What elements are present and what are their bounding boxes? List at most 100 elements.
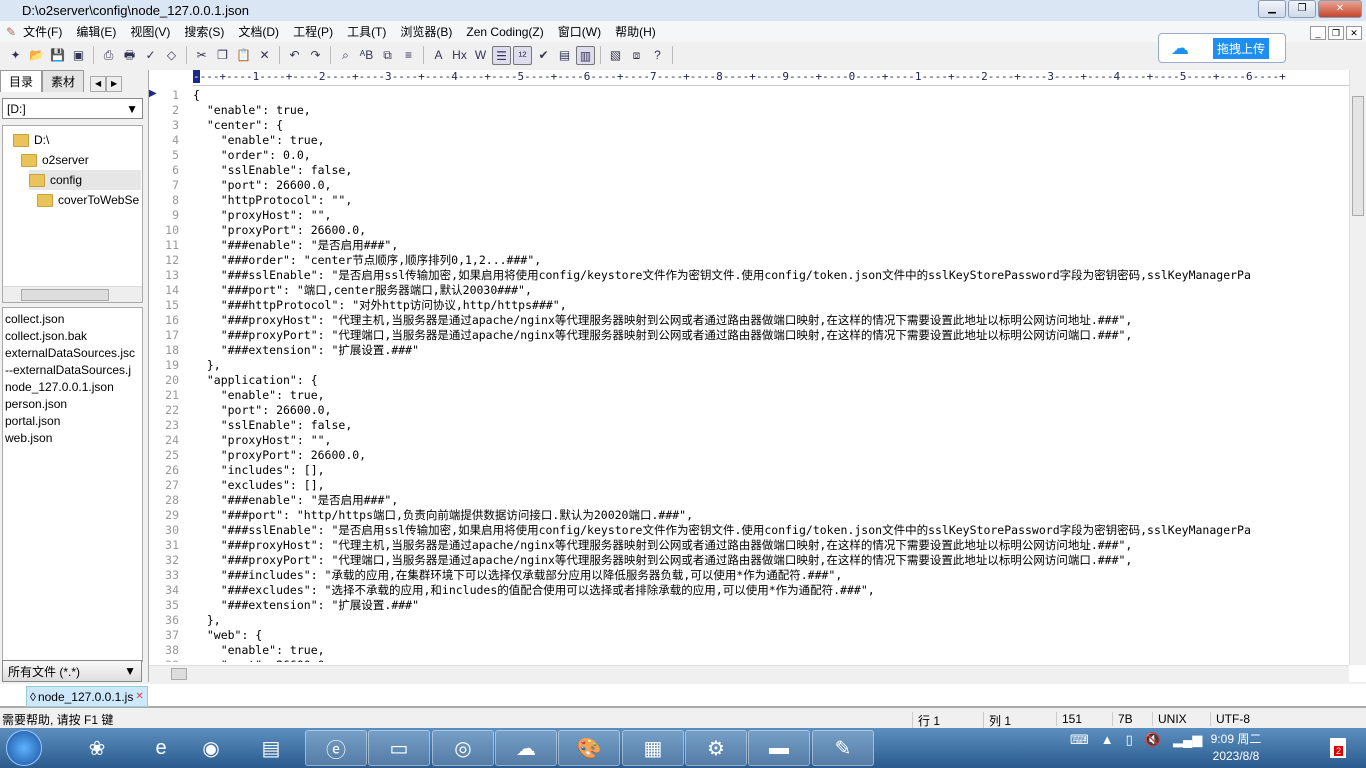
cut-icon[interactable]: ✂ bbox=[192, 46, 211, 65]
print-icon[interactable]: 🖶 bbox=[120, 46, 139, 65]
tab-prev-button[interactable]: ◀ bbox=[90, 76, 107, 92]
html-check-icon[interactable]: ◇ bbox=[162, 46, 181, 65]
device-icon[interactable]: ▯ bbox=[1126, 732, 1133, 748]
help-icon[interactable]: ? bbox=[648, 46, 667, 65]
code-line[interactable]: 9 "proxyHost": "", bbox=[149, 208, 1349, 223]
tree-node[interactable]: D:\ bbox=[13, 130, 49, 150]
close-button[interactable]: ✕ bbox=[1318, 0, 1362, 18]
undo-icon[interactable]: ↶ bbox=[285, 46, 304, 65]
menu-item[interactable]: 工具(T) bbox=[340, 23, 393, 40]
column-mode-icon[interactable]: ¹² bbox=[513, 45, 532, 65]
file-list-item[interactable]: web.json bbox=[5, 430, 140, 447]
browser-icon[interactable]: ⓔ bbox=[305, 730, 367, 766]
panel-icon[interactable]: ▥ bbox=[576, 45, 595, 65]
new-file-icon[interactable]: ✦ bbox=[6, 46, 25, 65]
volume-muted-icon[interactable]: 🔇 bbox=[1145, 732, 1161, 748]
file-list-item[interactable]: --externalDataSources.j bbox=[5, 362, 140, 379]
save-all-icon[interactable]: ▣ bbox=[69, 46, 88, 65]
browser-icon[interactable]: ⧈ bbox=[627, 46, 646, 65]
file-list-item[interactable]: collect.json.bak bbox=[5, 328, 140, 345]
code-line[interactable]: 29 "###port": "http/https端口,负责向前端提供数据访问接… bbox=[149, 508, 1349, 523]
code-line[interactable]: 12 "###order": "center节点顺序,顺序排列0,1,2...#… bbox=[149, 253, 1349, 268]
doc-minimize-button[interactable]: _ bbox=[1310, 26, 1326, 40]
menu-item[interactable]: 编辑(E) bbox=[69, 23, 123, 40]
taskbar-app-icon[interactable]: ❀ bbox=[66, 730, 128, 766]
code-editor[interactable]: ----+----1----+----2----+----3----+----4… bbox=[148, 70, 1366, 682]
network-icon[interactable]: ▂▄▆ bbox=[1173, 732, 1202, 748]
code-line[interactable]: 3 "center": { bbox=[149, 118, 1349, 133]
code-line[interactable]: 8 "httpProtocol": "", bbox=[149, 193, 1349, 208]
tab-next-button[interactable]: ▶ bbox=[106, 76, 123, 92]
code-line[interactable]: 5 "order": 0.0, bbox=[149, 148, 1349, 163]
menu-item[interactable]: 文档(D) bbox=[231, 23, 286, 40]
code-line[interactable]: 11 "###enable": "是否启用###", bbox=[149, 238, 1349, 253]
code-line[interactable]: 37 "web": { bbox=[149, 628, 1349, 643]
tree-node[interactable]: o2server bbox=[21, 150, 89, 170]
code-line[interactable]: 10 "proxyPort": 26600.0, bbox=[149, 223, 1349, 238]
code-line[interactable]: 36 }, bbox=[149, 613, 1349, 628]
app-icon[interactable]: ◎ bbox=[432, 730, 494, 766]
close-tab-icon[interactable]: ✕ bbox=[135, 691, 143, 702]
remote-desktop-icon[interactable]: ▦ bbox=[622, 730, 684, 766]
menu-item[interactable]: 浏览器(B) bbox=[393, 23, 459, 40]
code-line[interactable]: 35 "###extension": "扩展设置.###" bbox=[149, 598, 1349, 613]
code-line[interactable]: 28 "###enable": "是否启用###", bbox=[149, 493, 1349, 508]
open-icon[interactable]: 📂 bbox=[27, 46, 46, 65]
code-line[interactable]: 26 "includes": [], bbox=[149, 463, 1349, 478]
copy-icon[interactable]: ❐ bbox=[213, 46, 232, 65]
code-line[interactable]: 38 "enable": true, bbox=[149, 643, 1349, 658]
options-icon[interactable]: ▧ bbox=[606, 46, 625, 65]
cmd-icon[interactable]: ▬ bbox=[748, 730, 810, 766]
code-line[interactable]: 18 "###extension": "扩展设置.###" bbox=[149, 343, 1349, 358]
menu-item[interactable]: 文件(F) bbox=[16, 23, 69, 40]
code-line[interactable]: 33 "###includes": "承载的应用,在集群环境下可以选择仅承载部分… bbox=[149, 568, 1349, 583]
find-in-files-icon[interactable]: ⧉ bbox=[378, 46, 397, 65]
code-line[interactable]: 31 "###proxyHost": "代理主机,当服务器是通过apache/n… bbox=[149, 538, 1349, 553]
print-preview-icon[interactable]: ⎙ bbox=[99, 46, 118, 65]
tree-node[interactable]: coverToWebSe bbox=[37, 190, 139, 210]
code-line[interactable]: 17 "###proxyPort": "代理端口,当服务器是通过apache/n… bbox=[149, 328, 1349, 343]
code-line[interactable]: 22 "port": 26600.0, bbox=[149, 403, 1349, 418]
wordwrap-icon[interactable]: W bbox=[471, 46, 490, 65]
code-line[interactable]: 6 "sslEnable": false, bbox=[149, 163, 1349, 178]
menu-item[interactable]: 搜索(S) bbox=[177, 23, 231, 40]
delete-icon[interactable]: ✕ bbox=[255, 46, 274, 65]
font-size-icon[interactable]: A bbox=[429, 46, 448, 65]
file-list-item[interactable]: portal.json bbox=[5, 413, 140, 430]
file-list-item[interactable]: person.json bbox=[5, 396, 140, 413]
menu-item[interactable]: 帮助(H) bbox=[608, 23, 663, 40]
tree-scrollbar[interactable] bbox=[3, 286, 142, 302]
code-line[interactable]: 30 "###sslEnable": "是否启用ssl传输加密,如果启用将使用c… bbox=[149, 523, 1349, 538]
document-tab[interactable]: ◊ node_127.0.0.1.js ✕ bbox=[26, 686, 148, 707]
code-line[interactable]: 4 "enable": true, bbox=[149, 133, 1349, 148]
file-list-item[interactable]: collect.json bbox=[5, 311, 140, 328]
indent-icon[interactable]: ☰ bbox=[492, 45, 511, 65]
save-icon[interactable]: 💾 bbox=[48, 46, 67, 65]
code-line[interactable]: 20 "application": { bbox=[149, 373, 1349, 388]
menu-item[interactable]: 窗口(W) bbox=[551, 23, 608, 40]
spellcheck-icon[interactable]: ✓ bbox=[141, 46, 160, 65]
editplus-icon[interactable]: ✎ bbox=[812, 730, 874, 766]
paste-icon[interactable]: 📋 bbox=[234, 46, 253, 65]
redo-icon[interactable]: ↷ bbox=[306, 46, 325, 65]
code-line[interactable]: 21 "enable": true, bbox=[149, 388, 1349, 403]
code-line[interactable]: 23 "sslEnable": false, bbox=[149, 418, 1349, 433]
baidu-netdisk-icon[interactable]: ☁ bbox=[495, 730, 557, 766]
file-filter-select[interactable]: 所有文件 (*.*) ▼ bbox=[2, 660, 142, 682]
clock[interactable]: 9:09 周二 2023/8/8 bbox=[1200, 731, 1272, 765]
menu-item[interactable]: Zen Coding(Z) bbox=[459, 25, 550, 39]
code-line[interactable]: 2 "enable": true, bbox=[149, 103, 1349, 118]
paint-icon[interactable]: 🎨 bbox=[558, 730, 620, 766]
chrome-icon[interactable]: ◉ bbox=[180, 730, 242, 766]
menu-item[interactable]: 视图(V) bbox=[123, 23, 177, 40]
vertical-scrollbar[interactable] bbox=[1349, 70, 1366, 665]
menu-item[interactable]: 工程(P) bbox=[286, 23, 340, 40]
code-line[interactable]: 19 }, bbox=[149, 358, 1349, 373]
keyboard-icon[interactable]: ⌨ bbox=[1070, 732, 1089, 748]
code-line[interactable]: 39 "port": 26600.0, bbox=[149, 658, 1349, 662]
drive-select[interactable]: [D:] ▼ bbox=[2, 98, 143, 119]
code-line[interactable]: 24 "proxyHost": "", bbox=[149, 433, 1349, 448]
action-center-button[interactable]: 2 bbox=[1330, 738, 1346, 758]
tab-directory[interactable]: 目录 bbox=[0, 70, 43, 92]
code-line[interactable]: 25 "proxyPort": 26600.0, bbox=[149, 448, 1349, 463]
